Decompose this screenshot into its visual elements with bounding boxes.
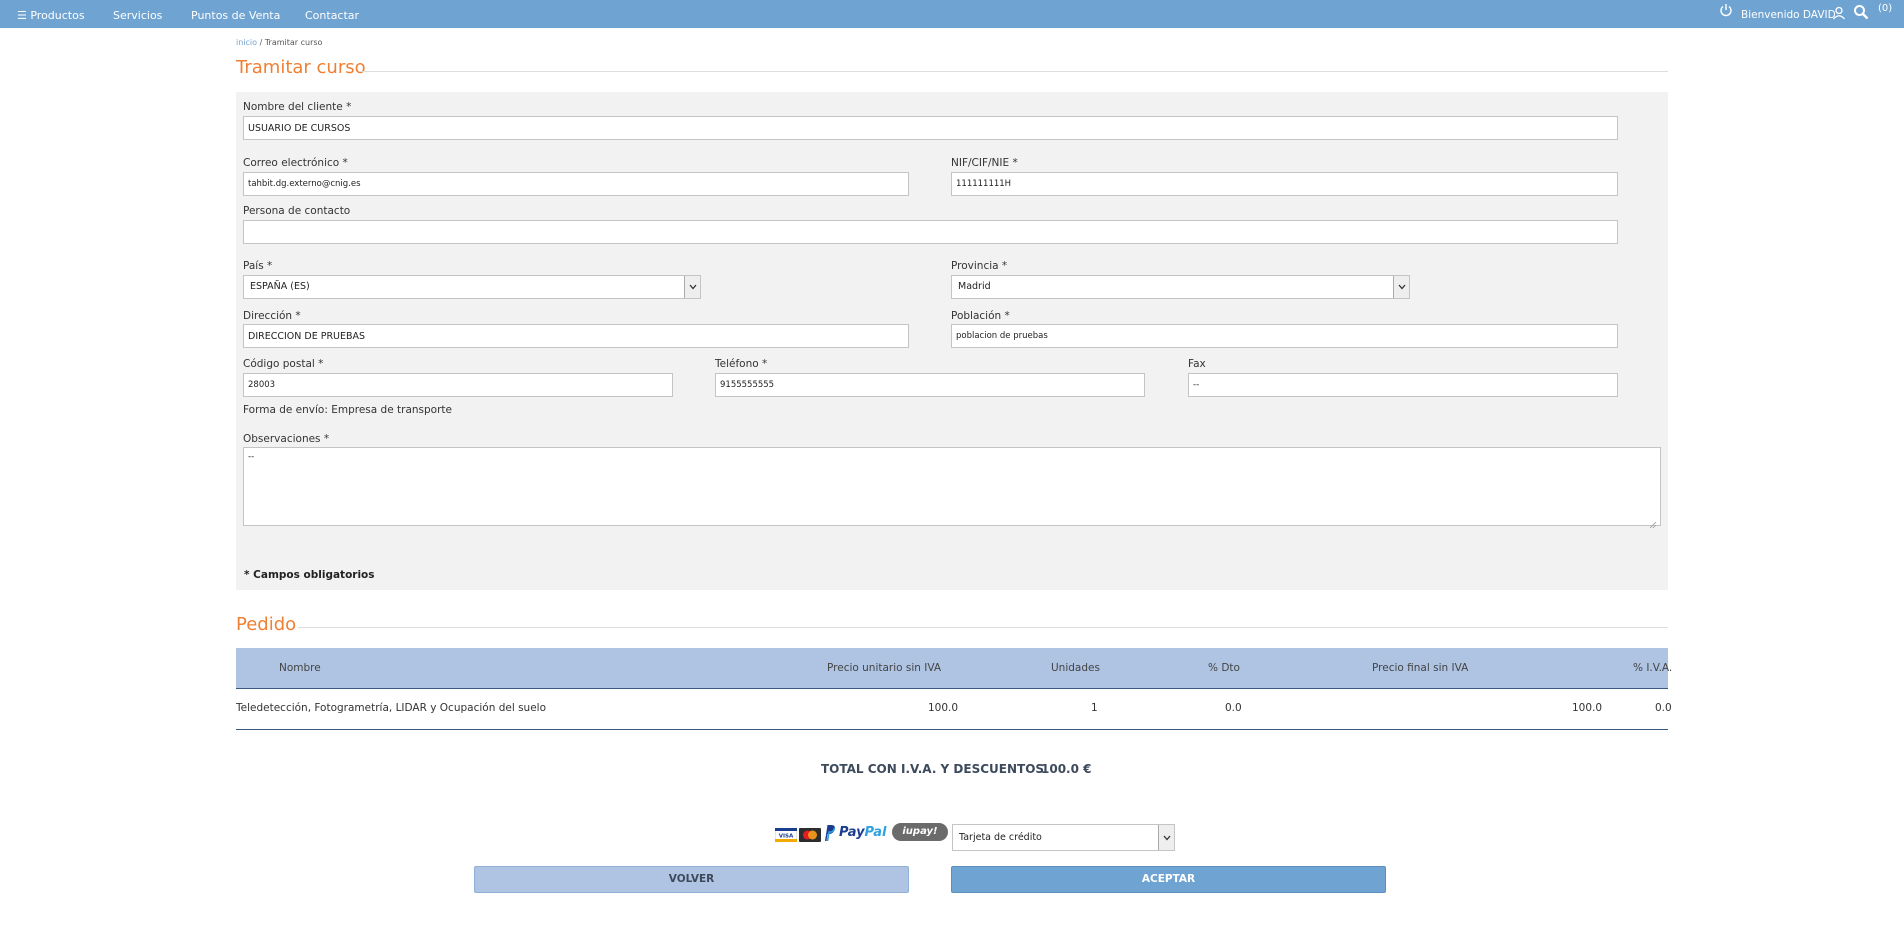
paypal-icon — [822, 824, 836, 846]
power-icon[interactable] — [1719, 2, 1733, 21]
required-note: * Campos obligatorios — [244, 569, 375, 581]
title-divider — [360, 71, 1668, 72]
table-row: Teledetección, Fotogrametría, LIDAR y Oc… — [236, 689, 1672, 730]
direccion-input[interactable] — [243, 324, 909, 348]
col-dto: % Dto — [1208, 662, 1240, 674]
poblacion-label: Población * — [951, 310, 1010, 322]
cliente-label: Nombre del cliente * — [243, 101, 352, 113]
col-nombre: Nombre — [279, 662, 321, 674]
direccion-label: Dirección * — [243, 310, 301, 322]
provincia-select-value: Madrid — [958, 281, 991, 292]
nif-input[interactable] — [951, 172, 1618, 196]
mastercard-logo — [799, 827, 821, 846]
observaciones-textarea[interactable]: -- — [243, 447, 1661, 526]
total-label: TOTAL CON I.V.A. Y DESCUENTOS — [821, 762, 1045, 776]
fax-input[interactable] — [1188, 373, 1618, 397]
correo-label: Correo electrónico * — [243, 157, 348, 169]
envio-text: Forma de envío: Empresa de transporte — [243, 404, 452, 416]
row-unidades: 1 — [1091, 702, 1098, 714]
cliente-input[interactable] — [243, 116, 1618, 140]
volver-button[interactable]: VOLVER — [474, 866, 909, 893]
cart-count[interactable]: (0) — [1878, 3, 1892, 14]
provincia-label: Provincia * — [951, 260, 1008, 272]
fax-label: Fax — [1188, 358, 1206, 370]
pais-select-value: ESPAÑA (ES) — [250, 281, 310, 292]
search-icon[interactable] — [1853, 4, 1869, 24]
order-title: Pedido — [236, 614, 297, 635]
row-iva: 0.0 — [1655, 702, 1672, 714]
order-divider — [298, 627, 1668, 628]
pais-select[interactable]: ESPAÑA (ES) — [243, 275, 701, 299]
cp-input[interactable] — [243, 373, 673, 397]
payment-method-value: Tarjeta de crédito — [959, 832, 1042, 843]
observaciones-label: Observaciones * — [243, 433, 330, 445]
contacto-label: Persona de contacto — [243, 205, 351, 217]
payment-method-select[interactable]: Tarjeta de crédito — [952, 824, 1175, 851]
col-unidades: Unidades — [1051, 662, 1100, 674]
chevron-down-icon — [684, 276, 700, 298]
top-nav-bar: ☰ Productos Servicios Puntos de Venta Co… — [0, 0, 1904, 28]
paypal-logo-text: PayPal — [839, 825, 887, 840]
telefono-input[interactable] — [715, 373, 1145, 397]
page-title: Tramitar curso — [236, 57, 366, 78]
row-nombre: Teledetección, Fotogrametría, LIDAR y Oc… — [236, 702, 547, 714]
nav-puntos-de-venta[interactable]: Puntos de Venta — [191, 9, 280, 22]
nav-servicios[interactable]: Servicios — [113, 9, 162, 22]
resize-grip-icon[interactable] — [1649, 514, 1657, 529]
welcome-text: Bienvenido DAVID — [1741, 9, 1836, 21]
row-precio-final: 100.0 — [1572, 702, 1603, 714]
chevron-down-icon — [1158, 825, 1174, 850]
total-value: 100.0 € — [1041, 762, 1092, 776]
breadcrumb-separator: / — [257, 38, 265, 47]
nav-productos[interactable]: ☰ Productos — [17, 9, 85, 22]
col-precio-final: Precio final sin IVA — [1372, 662, 1469, 674]
col-iva: % I.V.A. — [1633, 662, 1673, 674]
contacto-input[interactable] — [243, 220, 1618, 244]
visa-logo-text: VISA — [779, 834, 794, 840]
row-dto: 0.0 — [1225, 702, 1242, 714]
email-input[interactable] — [243, 172, 909, 196]
chevron-down-icon — [1393, 276, 1409, 298]
breadcrumb-current: Tramitar curso — [264, 38, 323, 47]
pais-label: País * — [243, 260, 273, 272]
visa-logo: VISA — [774, 827, 798, 846]
row-precio-unitario: 100.0 — [928, 702, 959, 714]
user-icon[interactable] — [1832, 5, 1846, 24]
iupay-logo: iupay! — [892, 823, 948, 841]
col-precio-unitario: Precio unitario sin IVA — [827, 662, 942, 674]
nav-contactar[interactable]: Contactar — [305, 9, 359, 22]
breadcrumb-home[interactable]: inicio — [236, 38, 257, 47]
order-table-header: Nombre Precio unitario sin IVA Unidades … — [236, 648, 1672, 689]
breadcrumb: inicio / Tramitar curso — [236, 38, 322, 47]
provincia-select[interactable]: Madrid — [951, 275, 1410, 299]
cp-label: Código postal * — [243, 358, 324, 370]
aceptar-button[interactable]: ACEPTAR — [951, 866, 1386, 893]
poblacion-input[interactable] — [951, 324, 1618, 348]
nif-label: NIF/CIF/NIE * — [951, 157, 1018, 169]
telefono-label: Teléfono * — [715, 358, 768, 370]
